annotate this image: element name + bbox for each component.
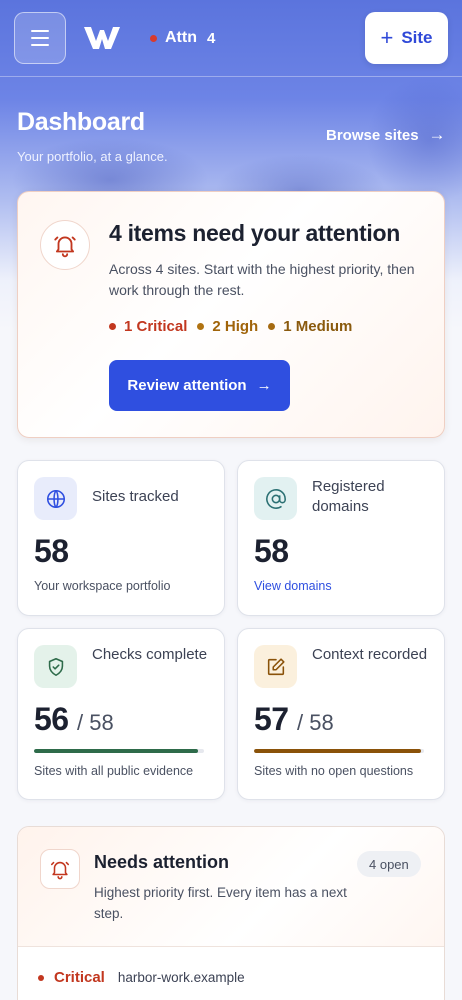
bell-icon — [40, 220, 90, 270]
progress-fill — [34, 749, 199, 753]
progress-fill — [254, 749, 422, 753]
needs-attention-title: Needs attention — [94, 852, 230, 872]
stat-footer: Sites with all public evidence — [34, 764, 194, 778]
page-subtitle: Your portfolio, at a glance. — [17, 149, 168, 164]
bell-icon — [40, 849, 80, 889]
stat-label: Checks complete — [92, 646, 208, 663]
top-bar: Attn 4 + Site — [0, 0, 462, 77]
stat-footer: Sites with no open questions — [254, 764, 414, 778]
attention-indicator[interactable]: Attn 4 — [150, 28, 215, 48]
checks-progress-bar — [34, 749, 204, 753]
add-site-label: Site — [401, 28, 433, 47]
review-attention-label: Review attention — [127, 377, 247, 394]
at-sign-icon — [254, 477, 297, 520]
stat-card-domains[interactable]: Registered domains 58 View domains — [237, 460, 445, 616]
globe-icon — [34, 477, 77, 520]
attention-title: 4 items need your attention — [109, 220, 400, 246]
priority-medium: 1 Medium — [268, 318, 352, 335]
site-domain: harbor-work.example — [117, 970, 245, 985]
shield-check-icon — [34, 645, 77, 688]
severity-dot-icon — [38, 974, 44, 981]
add-site-button[interactable]: + Site — [365, 12, 448, 64]
context-progress-bar — [254, 749, 424, 753]
stat-footer: Your workspace portfolio — [34, 579, 171, 593]
stat-value: 56 / 58 — [34, 701, 114, 737]
stat-value: 58 — [254, 533, 289, 569]
needs-attention-panel: Needs attention Highest priority first. … — [17, 826, 445, 1000]
needs-attention-description: Highest priority first. Every item has a… — [94, 885, 347, 921]
severity-label: Critical — [54, 969, 105, 986]
browse-sites-link[interactable]: Browse sites → — [326, 125, 446, 145]
stat-total: / 58 — [296, 710, 334, 735]
menu-button[interactable] — [14, 12, 66, 64]
plus-icon: + — [380, 25, 394, 50]
stat-total: / 58 — [76, 710, 114, 735]
list-item[interactable]: Critical harbor-work.example — [38, 969, 245, 986]
attention-description: Across 4 sites. Start with the highest p… — [109, 261, 415, 298]
view-domains-link[interactable]: View domains — [254, 579, 332, 593]
alert-dot-icon — [150, 34, 157, 42]
stat-value: 57 / 58 — [254, 701, 334, 737]
priority-summary: 1 Critical 2 High 1 Medium — [109, 318, 362, 335]
w-logo-icon[interactable] — [82, 24, 122, 52]
open-count-badge: 4 open — [357, 851, 421, 877]
priority-high: 2 High — [197, 318, 258, 335]
attention-label: Attn — [165, 29, 197, 46]
edit-icon — [254, 645, 297, 688]
arrow-right-icon: → — [428, 125, 446, 144]
browse-sites-label: Browse sites — [326, 126, 419, 144]
stat-card-sites[interactable]: Sites tracked 58 Your workspace portfoli… — [17, 460, 225, 616]
review-attention-button[interactable]: Review attention → — [109, 360, 290, 411]
stat-card-context[interactable]: Context recorded 57 / 58 Sites with no o… — [237, 628, 445, 800]
needs-attention-header: Needs attention Highest priority first. … — [18, 827, 444, 947]
priority-critical: 1 Critical — [109, 318, 187, 335]
stat-card-checks[interactable]: Checks complete 56 / 58 Sites with all p… — [17, 628, 225, 800]
arrow-right-icon: → — [256, 377, 272, 394]
page-title: Dashboard — [17, 108, 145, 136]
stat-label: Sites tracked — [92, 488, 179, 505]
attention-count: 4 — [206, 29, 216, 47]
hamburger-icon — [31, 30, 49, 32]
stat-label: Context recorded — [312, 646, 428, 663]
attention-summary-card: 4 items need your attention Across 4 sit… — [17, 191, 445, 438]
stat-value: 58 — [34, 533, 69, 569]
stat-label: Registered domains — [312, 478, 385, 515]
